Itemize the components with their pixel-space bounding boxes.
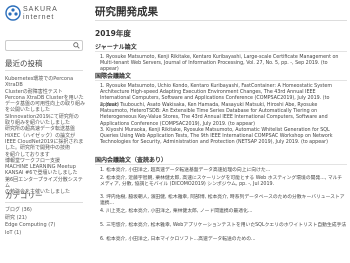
category-item[interactable]: Edge Computing (7) [5, 222, 85, 230]
recent-post-line[interactable]: Kubernetes環境でのPercona XtraDB [5, 76, 85, 89]
publication-item: 5. 三宅悠介, 松本亮介, 松木雅幸, Webアプリケーションテストを用いたS… [100, 223, 347, 228]
search-icon [73, 42, 80, 49]
publication-item: 2. 松本亮介, 近藤宇智朗, 栗林健太郎, 高速にスケーリングを可能とする W… [100, 176, 343, 188]
sakura-logo-icon [5, 5, 21, 21]
category-item[interactable]: IoT (1) [5, 230, 85, 238]
main-content: 研究開発成果 2019年度 ジャーナル論文 1. Ryosuke Matsumo… [92, 0, 350, 263]
brand-name-line2: internet [23, 14, 55, 21]
publication-item: 6. 松本亮介, 小田洋之, 日本マイクロソフト...高速データ転送のための..… [100, 237, 256, 242]
divider [95, 80, 347, 81]
divider [5, 202, 83, 203]
section-heading-international: 国際会議論文 [95, 73, 132, 80]
divider [95, 51, 347, 52]
publication-item: 4. 川上克之, 松本亮介, 小田洋之, 栗林健太郎, ノード間連携の最適化..… [100, 209, 253, 214]
divider [95, 20, 347, 21]
publication-item: 3. Kiyoshi Muraoka, Kenji Rikitake, Ryos… [100, 128, 333, 146]
sidebar: SAKURA internet 最近の投稿 Kubernetes環境でのPerc… [0, 0, 88, 263]
section-heading-domestic: 国内会議論文（査読あり） [95, 157, 168, 164]
publication-item: 1. Ryosuke Matsumoto, Kenji Rikitake, Ke… [100, 55, 339, 73]
recent-posts-list: Kubernetes環境でのPercona XtraDB Clusterの耐障害… [5, 76, 85, 196]
search-button[interactable] [71, 41, 82, 50]
publication-item: 3. 坪内佑樹, 脇坂朝人, 濱田健, 松木雅幸, 阿部博, 松本亮介, 時系列… [100, 195, 345, 207]
page-title: 研究開発成果 [95, 6, 158, 18]
category-item[interactable]: 研究 (21) [5, 215, 85, 223]
recent-posts-heading: 最近の投稿 [5, 59, 43, 68]
site-logo[interactable]: SAKURA internet [5, 5, 83, 23]
recent-post-line[interactable]: 第6回エンタープライズ分散システム [5, 177, 85, 190]
recent-post-line[interactable]: 研究所の超高速データ転送基盤 [5, 126, 85, 132]
section-heading-journal: ジャーナル論文 [95, 44, 137, 51]
category-heading: カテゴリー [5, 191, 43, 200]
publication-item: 1. 松本亮介, 小田洋之, 超高速データ転送基盤データ高速処理の向上に向けた.… [100, 168, 271, 173]
category-item[interactable]: ブログ (36) [5, 207, 85, 215]
recent-post-line[interactable]: KANSAI #6で登壇いたしました [5, 170, 85, 176]
publication-item: 2. Yuuki Tsubouchi, Asato Wakisaka, Ken … [100, 103, 328, 127]
year-heading: 2019年度 [95, 29, 131, 38]
brand-name-line1: SAKURA [23, 6, 58, 13]
divider [5, 70, 83, 71]
category-list: ブログ (36) 研究 (21) Edge Computing (7) IoT … [5, 207, 85, 237]
divider [95, 164, 347, 165]
search-input[interactable] [5, 40, 83, 51]
